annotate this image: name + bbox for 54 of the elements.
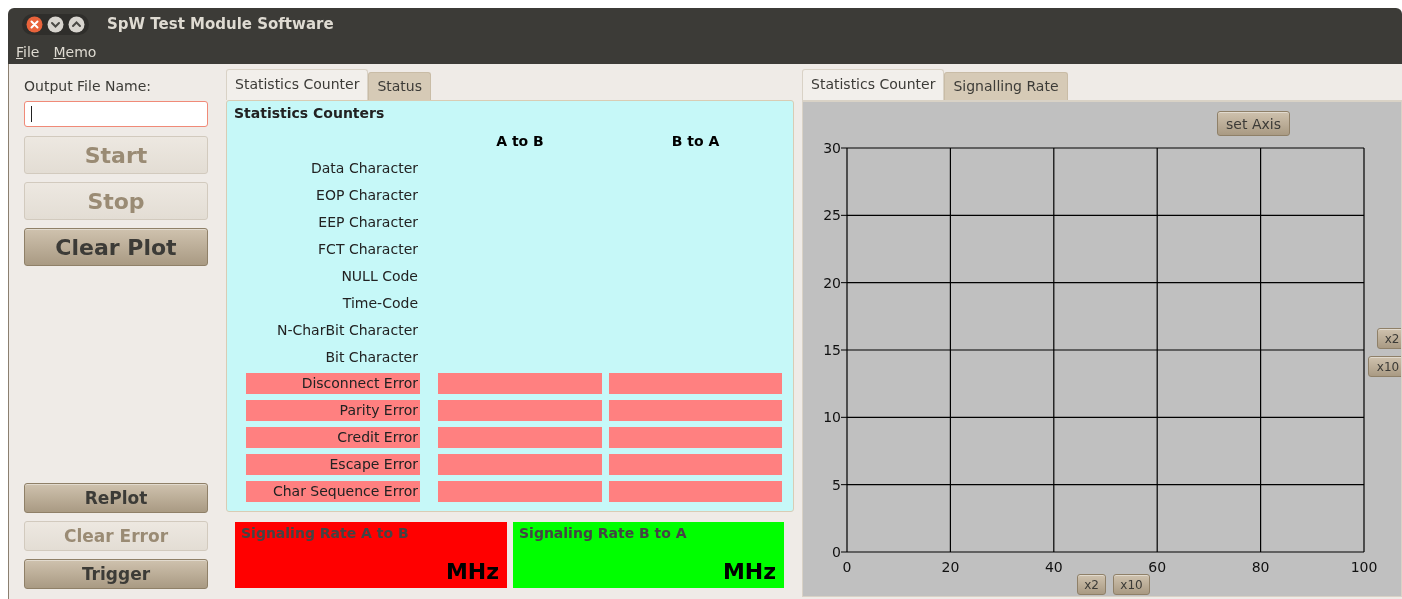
rate-unit: MHz [722,559,776,584]
column-header: B to A [670,132,721,149]
axis-tick-label: 15 [823,342,841,358]
panel-button[interactable]: RePlot [24,483,208,513]
axis-tick-label: 10 [823,409,841,426]
rate-label: Signaling Rate A to B [241,525,410,541]
axis-tick-label: 80 [1251,559,1270,575]
column-header: A to B [495,132,545,149]
counter-label: Time-Code [341,294,419,311]
axis-tick-label: 100 [1350,559,1378,575]
rate-label: Signaling Rate B to A [519,525,688,541]
tab[interactable]: Statistics Counter [226,69,369,100]
counter-label: EOP Character [315,186,419,203]
panel-heading: Statistics Counters [234,105,386,123]
error-counter-label: Char Sequence Error [246,481,420,502]
axis-tick-label: 60 [1148,559,1167,575]
counter-label: FCT Character [317,240,419,257]
rate-unit: MHz [445,559,499,584]
zoom-button[interactable]: x10 [1113,574,1150,595]
axis-tick-label: 20 [941,559,960,575]
error-counter-label: Credit Error [246,427,420,448]
counter-label: NULL Code [340,267,419,284]
text-cursor [31,106,32,122]
file-name-field[interactable] [24,101,208,127]
axis-tick-label: 25 [823,207,841,224]
tab[interactable]: Statistics Counter [802,69,945,100]
field-label: Output File Name: [24,78,152,96]
maximize-icon[interactable] [68,15,85,33]
menu-item[interactable]: File [16,44,40,60]
counter-label: Data Character [310,159,419,176]
panel-button[interactable]: Clear Plot [24,228,208,266]
error-counter-label: Parity Error [246,400,420,421]
axis-tick-label: 0 [842,559,852,575]
error-counter-label: Escape Error [246,454,420,475]
axis-tick-label: 5 [832,476,841,493]
counter-label: N-CharBit Character [275,321,419,338]
close-icon[interactable] [26,15,43,33]
axis-tick-label: 20 [823,274,841,291]
window-title: SpW Test Module Software [107,15,334,33]
counter-label: Bit Character [324,348,419,365]
counter-label: EEP Character [317,213,419,230]
set-axis-button[interactable]: set Axis [1217,111,1290,136]
zoom-button[interactable]: x10 [1368,356,1401,377]
axis-tick-label: 0 [832,544,841,560]
menu-item[interactable]: Memo [53,44,97,60]
panel-button[interactable]: Trigger [24,559,208,589]
axis-tick-label: 40 [1044,559,1063,575]
error-counter-label: Disconnect Error [246,373,420,394]
zoom-button[interactable]: x2 [1077,574,1106,595]
tab[interactable]: Status [368,72,432,100]
axis-tick-label: 30 [823,140,841,156]
minimize-icon[interactable] [47,15,64,33]
tab[interactable]: Signalling Rate [944,72,1068,100]
zoom-button[interactable]: x2 [1377,328,1401,349]
